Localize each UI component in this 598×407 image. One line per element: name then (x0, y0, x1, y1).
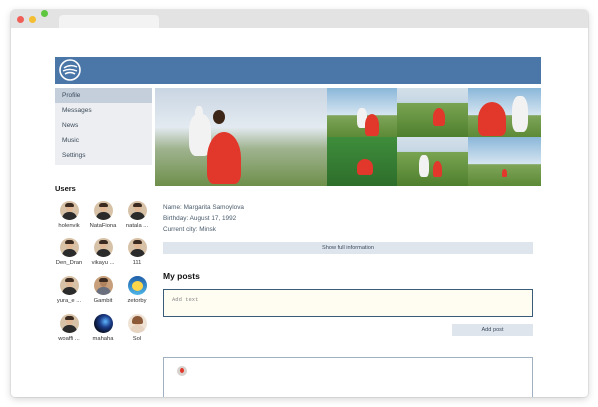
user-card[interactable]: NataFiona (85, 201, 121, 237)
profile-city: Current city: Minsk (163, 226, 216, 233)
top-navigation-bar (55, 57, 541, 84)
user-card[interactable]: holenvik (51, 201, 87, 237)
collage-photo[interactable] (397, 88, 468, 137)
show-full-information-button[interactable]: Show full information (163, 242, 533, 254)
sidebar-item-news[interactable]: News (55, 118, 152, 133)
user-card[interactable]: vikayu ... (85, 238, 121, 274)
post-text-input[interactable]: Add text (163, 289, 533, 317)
avatar (93, 314, 113, 333)
user-card[interactable]: mahaha (85, 314, 121, 350)
avatar (127, 276, 147, 295)
collage-photo[interactable] (327, 137, 397, 186)
sidebar-item-music[interactable]: Music (55, 133, 152, 148)
user-name: mahaha (92, 336, 114, 342)
user-card[interactable]: natala ... (119, 201, 155, 237)
user-name: Den_Dran (55, 260, 83, 266)
users-heading: Users (55, 184, 76, 193)
add-post-button[interactable]: Add post (452, 324, 533, 336)
sidebar-menu: Profile Messages News Music Settings (55, 88, 152, 165)
sidebar-item-settings[interactable]: Settings (55, 148, 152, 163)
avatar (59, 238, 79, 257)
avatar (93, 276, 113, 295)
sidebar-item-profile[interactable]: Profile (55, 88, 152, 103)
profile-birthday: Birthday: August 17, 1992 (163, 215, 237, 222)
sidebar-item-messages[interactable]: Messages (55, 103, 152, 118)
browser-window: Profile Messages News Music Settings Use… (11, 10, 588, 397)
user-name: yura_e ... (56, 298, 82, 304)
avatar (127, 314, 147, 333)
collage-photo[interactable] (327, 88, 397, 137)
user-name: NataFiona (89, 223, 117, 229)
profile-name: Name: Margarita Samoylova (163, 204, 244, 211)
user-name: natala ... (125, 223, 149, 229)
minimize-window-icon[interactable] (29, 16, 36, 23)
profile-photo-collage[interactable] (155, 88, 541, 186)
close-window-icon[interactable] (17, 16, 24, 23)
avatar (59, 276, 79, 295)
collage-photo[interactable] (468, 88, 541, 137)
user-name: Sol (132, 336, 142, 342)
collage-photo[interactable] (397, 137, 468, 186)
user-card[interactable]: yura_e ... (51, 276, 87, 312)
browser-tab[interactable] (59, 15, 159, 28)
posts-heading: My posts (163, 271, 200, 281)
user-card[interactable]: Sol (119, 314, 155, 350)
avatar (59, 314, 79, 333)
main-profile-photo[interactable] (155, 88, 327, 186)
user-name: vikayu ... (91, 260, 115, 266)
user-card[interactable]: zetorby (119, 276, 155, 312)
avatar (127, 201, 147, 220)
avatar (59, 201, 79, 220)
user-name: woaffi ... (58, 336, 80, 342)
user-name: Gambit (93, 298, 113, 304)
user-card[interactable]: 111 (119, 238, 155, 274)
user-name: 111 (132, 260, 142, 266)
avatar[interactable] (177, 366, 187, 376)
avatar (127, 238, 147, 257)
user-name: holenvik (58, 223, 80, 229)
avatar (93, 238, 113, 257)
user-card[interactable]: Den_Dran (51, 238, 87, 274)
user-name: zetorby (127, 298, 147, 304)
browser-chrome (11, 10, 588, 28)
maximize-window-icon[interactable] (41, 10, 48, 17)
avatar (93, 201, 113, 220)
post-card (163, 357, 533, 397)
site-logo-icon[interactable] (59, 59, 81, 81)
collage-photo[interactable] (468, 137, 541, 186)
user-card[interactable]: woaffi ... (51, 314, 87, 350)
user-card[interactable]: Gambit (85, 276, 121, 312)
